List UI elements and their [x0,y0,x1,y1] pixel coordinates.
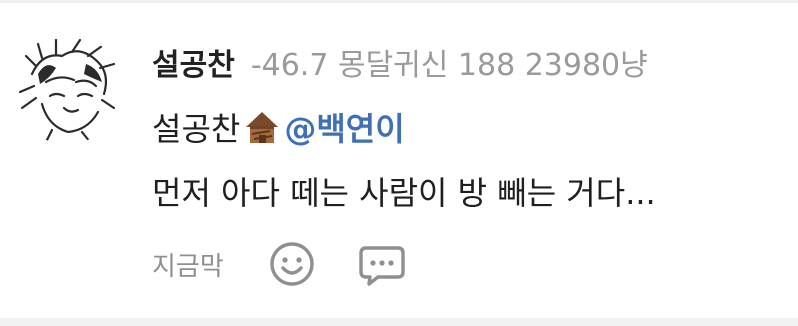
comment-actions: 지금막 [152,236,408,292]
avatar[interactable] [12,34,122,144]
bottom-divider [0,318,798,326]
avatar-image [13,35,121,144]
mention-link[interactable]: @백연이 [284,104,404,150]
house-emoji-icon [242,107,282,147]
comment-text: 먼저 아다 떼는 사람이 방 빼는 거다... [152,174,656,212]
top-divider [0,0,798,3]
quoted-name: 설공찬 [152,110,241,148]
smiley-icon[interactable] [266,238,318,290]
author-name[interactable]: 설공찬 [152,40,235,84]
comment-header: 설공찬 -46.7 몽달귀신 188 23980냥 [152,40,648,88]
comment-line-1: 설공찬 @백연이 [152,104,405,150]
author-meta: -46.7 몽달귀신 188 23980냥 [250,48,648,83]
timestamp: 지금막 [152,251,224,282]
speech-bubble-icon[interactable] [356,238,408,290]
comment-line-2: 먼저 아다 떼는 사람이 방 빼는 거다... [152,168,656,214]
